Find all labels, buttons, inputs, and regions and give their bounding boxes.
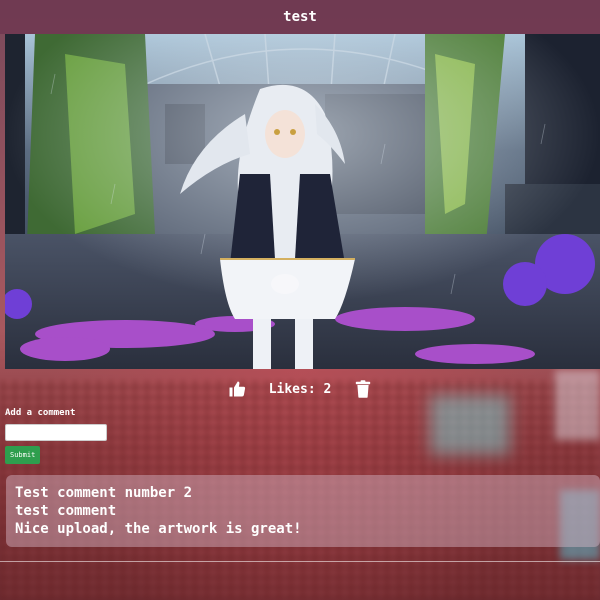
comment-item: Test comment number 2 <box>15 485 193 501</box>
title-bar: test <box>0 0 600 34</box>
divider <box>0 561 600 562</box>
comment-form: Add a comment Submit <box>5 408 107 464</box>
comment-item: test comment <box>15 503 117 519</box>
page-title: test <box>283 9 317 25</box>
delete-button[interactable] <box>353 379 373 399</box>
like-button[interactable] <box>227 379 247 399</box>
comment-label: Add a comment <box>5 408 76 418</box>
submit-button[interactable]: Submit <box>5 446 41 464</box>
artwork-image <box>5 34 600 369</box>
post-actions: Likes: 2 <box>0 372 600 406</box>
likes-count: Likes: 2 <box>268 381 332 397</box>
comment-input[interactable] <box>5 424 107 441</box>
comments-list: Test comment number 2 test comment Nice … <box>6 475 600 547</box>
thumbs-up-icon <box>229 381 245 397</box>
comment-item: Nice upload, the artwork is great! <box>15 521 302 537</box>
trash-icon <box>356 380 371 398</box>
